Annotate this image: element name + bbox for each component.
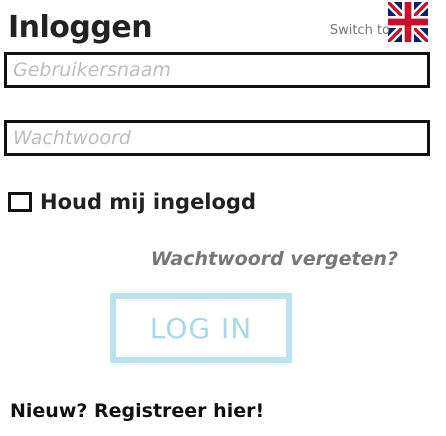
password-input[interactable] [7,123,427,153]
password-field[interactable] [4,120,430,156]
forgot-password-link[interactable]: Wachtwoord vergeten? [151,248,398,270]
username-field[interactable] [4,52,430,88]
register-link[interactable]: Nieuw? Registreer hier! [10,400,264,422]
switch-language-label[interactable]: Switch to [330,24,390,38]
page-title: Inloggen [8,10,153,45]
username-input[interactable] [7,55,427,85]
uk-flag-icon[interactable] [388,2,428,42]
login-button[interactable]: LOG IN [110,293,292,363]
remember-me[interactable]: Houd mij ingelogd [8,190,256,214]
language-switch[interactable]: Switch to [330,2,428,42]
remember-me-label[interactable]: Houd mij ingelogd [40,190,256,214]
remember-me-checkbox[interactable] [8,192,32,212]
